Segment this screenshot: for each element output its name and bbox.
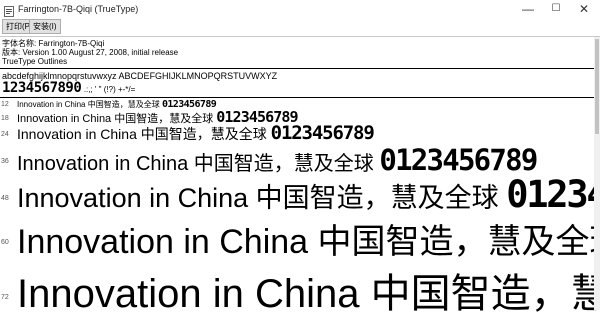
info-divider (0, 68, 598, 69)
sample-digits: 0123456789 (161, 99, 217, 110)
minimize-button[interactable]: — (514, 0, 542, 20)
toolbar-separator (0, 36, 600, 37)
sample-line: Innovation in China 中国智造，慧及全球 0123456789 (17, 122, 375, 144)
sample-line: Innovation in China 中国智造，慧及全球 0123456789 (17, 176, 600, 213)
sample-digits: 0123456789 (379, 143, 538, 177)
sample-line: Innovation in China 中国智造，慧及全球 0123456789 (17, 214, 600, 260)
maximize-button[interactable]: ☐ (542, 0, 570, 20)
sample-text: Innovation in China 中国智造，慧及全球 (17, 100, 160, 109)
close-button[interactable]: ✕ (570, 0, 598, 20)
window-title: Farrington-7B-Qiqi (TrueType) (18, 4, 139, 14)
sample-digits: 0123456789 (506, 173, 600, 216)
sample-text: Innovation in China 中国智造，慧及全球 (17, 126, 267, 142)
install-button[interactable]: 安装(I) (29, 19, 61, 34)
charset-symbols: 1234567890 .:,; ' " (!?) +-*/= (2, 80, 135, 96)
sample-text: Innovation in China 中国智造，慧及全球 (17, 153, 374, 175)
sample-text: Innovation in China 中国智造，慧及全球 (17, 272, 600, 316)
scrollbar-thumb[interactable] (595, 39, 599, 134)
sample-text: Innovation in China 中国智造，慧及全球 (17, 183, 499, 213)
size-label: 24 (1, 131, 9, 138)
sample-digits: 0123456789 (270, 122, 375, 144)
size-label: 72 (1, 294, 9, 301)
title-bar: Farrington-7B-Qiqi (TrueType) — ☐ ✕ (0, 0, 600, 20)
size-label: 48 (1, 195, 9, 202)
sample-line: Innovation in China 中国智造，慧及全球 0123456789 (17, 110, 299, 125)
charset-punctuation: .:,; ' " (!?) +-*/= (83, 85, 136, 94)
sample-text: Innovation in China 中国智造，慧及全球 (17, 223, 600, 261)
sample-line: Innovation in China 中国智造，慧及全球 0123456789 (17, 143, 538, 177)
font-name-info: 字体名称: Farrington-7B-Qiqi (2, 39, 105, 48)
size-label: 18 (1, 115, 9, 122)
size-label: 36 (1, 158, 9, 165)
sample-line: Innovation in China 中国智造，慧及全球 0123456789 (17, 99, 217, 110)
charset-digits: 1234567890 (2, 80, 82, 96)
sample-line: Innovation in China 中国智造，慧及全球 0123456789 (17, 262, 600, 316)
toolbar (0, 20, 600, 36)
version-info: 版本: Version 1.00 August 27, 2008, initia… (2, 48, 179, 57)
font-file-icon (4, 4, 14, 17)
vertical-scrollbar[interactable] (594, 37, 600, 310)
size-label: 12 (1, 101, 9, 108)
size-label: 60 (1, 239, 9, 246)
charset-divider (0, 97, 598, 98)
font-type-info: TrueType Outlines (2, 57, 68, 66)
